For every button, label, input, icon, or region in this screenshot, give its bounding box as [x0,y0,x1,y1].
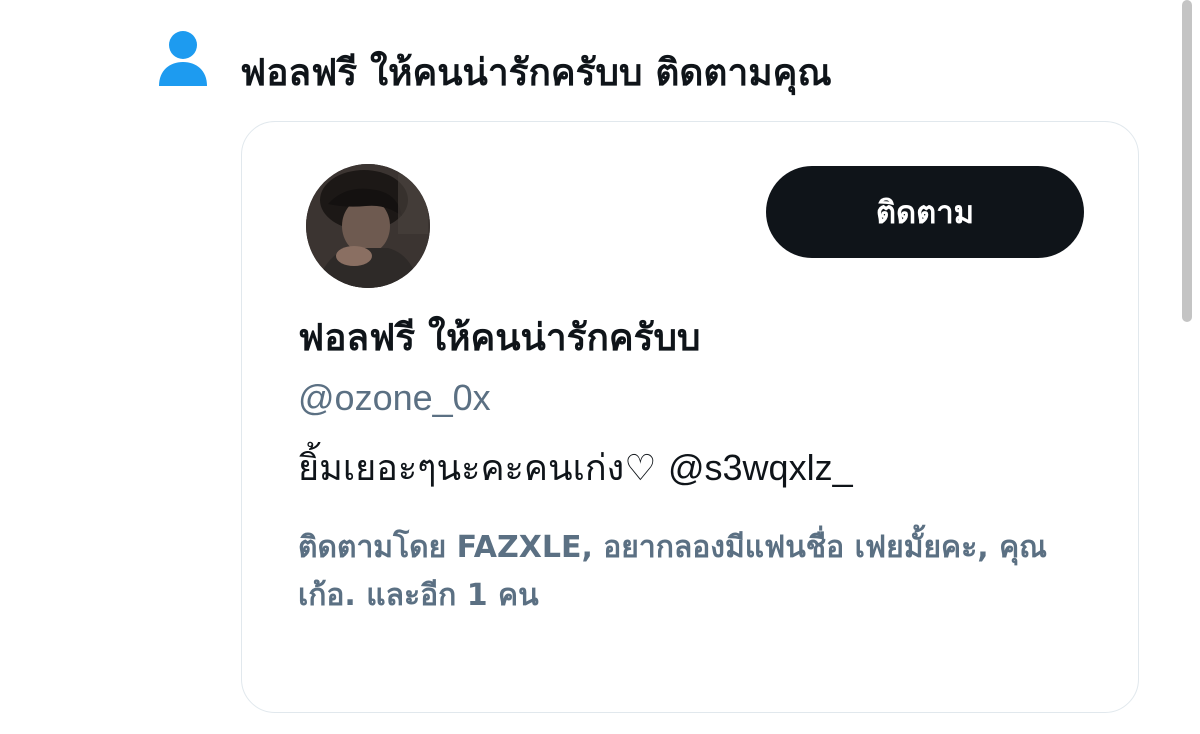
display-name[interactable]: ฟอลฟรี ให้คนน่ารักครับบ [298,311,700,365]
person-icon [158,30,210,90]
notification-title[interactable]: ฟอลฟรี ให้คนน่ารักครับบ ติดตามคุณ [240,46,832,100]
bio-mention-link[interactable]: @s3wqxlz_ [668,447,853,488]
notification-page: ฟอลฟรี ให้คนน่ารักครับบ ติดตามคุณ ติดตาม… [0,0,1200,734]
follow-button[interactable]: ติดตาม [766,166,1084,258]
scrollbar-thumb[interactable] [1182,0,1192,322]
bio-text: ยิ้มเยอะๆนะคะคนเก่ง♡ [298,448,657,489]
user-handle[interactable]: @ozone_0x [298,373,491,423]
followed-by-text[interactable]: ติดตามโดย FAZXLE, อยากลองมีแฟนชื่อ เฟยมั… [298,524,1078,620]
avatar[interactable] [306,164,430,288]
user-bio: ยิ้มเยอะๆนะคะคนเก่ง♡ @s3wqxlz_ [298,440,853,497]
